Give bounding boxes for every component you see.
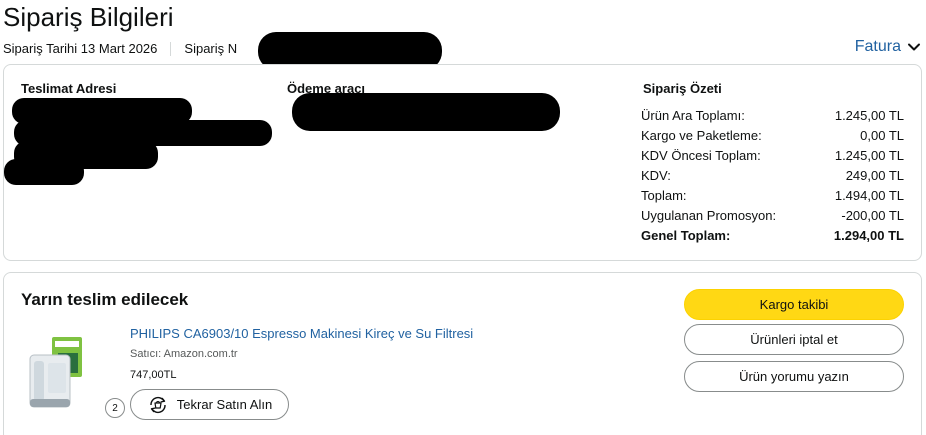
order-meta: Sipariş Tarihi 13 Mart 2026 Sipariş N — [3, 41, 237, 56]
order-summary-table: Ürün Ara Toplamı: 1.245,00 TL Kargo ve Pa… — [641, 108, 904, 248]
grand-total-row: Genel Toplam: 1.294,00 TL — [641, 228, 904, 243]
summary-row: KDV: 249,00 TL — [641, 168, 904, 183]
product-price: 747,00TL — [130, 369, 177, 381]
quantity-badge: 2 — [105, 398, 125, 418]
delivery-status: Yarın teslim edilecek — [21, 290, 189, 309]
product-title-link[interactable]: PHILIPS CA6903/10 Espresso Makinesi Kire… — [130, 326, 473, 341]
summary-row: Uygulanan Promosyon: -200,00 TL — [641, 208, 904, 223]
seller-info: Satıcı: Amazon.com.tr — [130, 348, 238, 360]
order-number-label: Sipariş N — [184, 41, 238, 56]
divider — [170, 41, 172, 56]
redaction — [4, 159, 84, 185]
buy-again-button[interactable]: Tekrar Satın Alın — [130, 389, 289, 420]
shipping-address-heading: Teslimat Adresi — [21, 81, 117, 96]
cancel-items-button[interactable]: Ürünleri iptal et — [684, 324, 904, 355]
page-title: Sipariş Bilgileri — [3, 2, 174, 32]
order-summary-heading: Sipariş Özeti — [643, 81, 722, 96]
chevron-down-icon — [908, 43, 920, 51]
redaction — [292, 93, 560, 131]
invoice-dropdown[interactable]: Fatura — [855, 38, 921, 56]
write-review-button[interactable]: Ürün yorumu yazın — [684, 361, 904, 392]
invoice-label[interactable]: Fatura — [855, 38, 901, 56]
order-date: Sipariş Tarihi 13 Mart 2026 — [3, 41, 158, 56]
product-image[interactable] — [22, 333, 88, 411]
track-package-button[interactable]: Kargo takibi — [684, 289, 904, 320]
summary-row: KDV Öncesi Toplam: 1.245,00 TL — [641, 148, 904, 163]
summary-row: Ürün Ara Toplamı: 1.245,00 TL — [641, 108, 904, 123]
buy-again-icon — [150, 396, 166, 413]
summary-row: Toplam: 1.494,00 TL — [641, 188, 904, 203]
summary-row: Kargo ve Paketleme: 0,00 TL — [641, 128, 904, 143]
buy-again-label[interactable]: Tekrar Satın Alın — [177, 397, 272, 412]
